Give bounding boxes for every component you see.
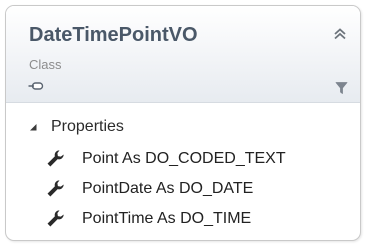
property-text: Point As DO_CODED_TEXT [82,149,286,167]
class-header: DateTimePointVO Class [6,6,360,103]
class-shape[interactable]: DateTimePointVO Class Properties Point A… [5,5,361,241]
filter-icon[interactable] [335,81,348,95]
properties-list: Point As DO_CODED_TEXT PointDate As DO_D… [46,148,286,238]
class-stereotype: Class [29,57,62,72]
properties-section-header[interactable]: Properties [28,116,124,138]
property-item[interactable]: Point As DO_CODED_TEXT [46,148,286,169]
diagram-canvas: DateTimePointVO Class Properties Point A… [0,0,368,247]
class-name[interactable]: DateTimePointVO [29,24,198,47]
link-icon [28,82,44,90]
wrench-icon [47,180,64,197]
double-chevron-up-icon[interactable] [332,26,348,42]
property-item[interactable]: PointDate As DO_DATE [46,178,286,199]
section-label-properties: Properties [51,118,124,135]
property-item[interactable]: PointTime As DO_TIME [46,208,286,229]
wrench-icon [47,150,64,167]
property-text: PointDate As DO_DATE [82,179,254,197]
wrench-icon [47,210,64,227]
property-text: PointTime As DO_TIME [82,209,252,227]
triangle-expanded-icon[interactable] [28,122,38,132]
